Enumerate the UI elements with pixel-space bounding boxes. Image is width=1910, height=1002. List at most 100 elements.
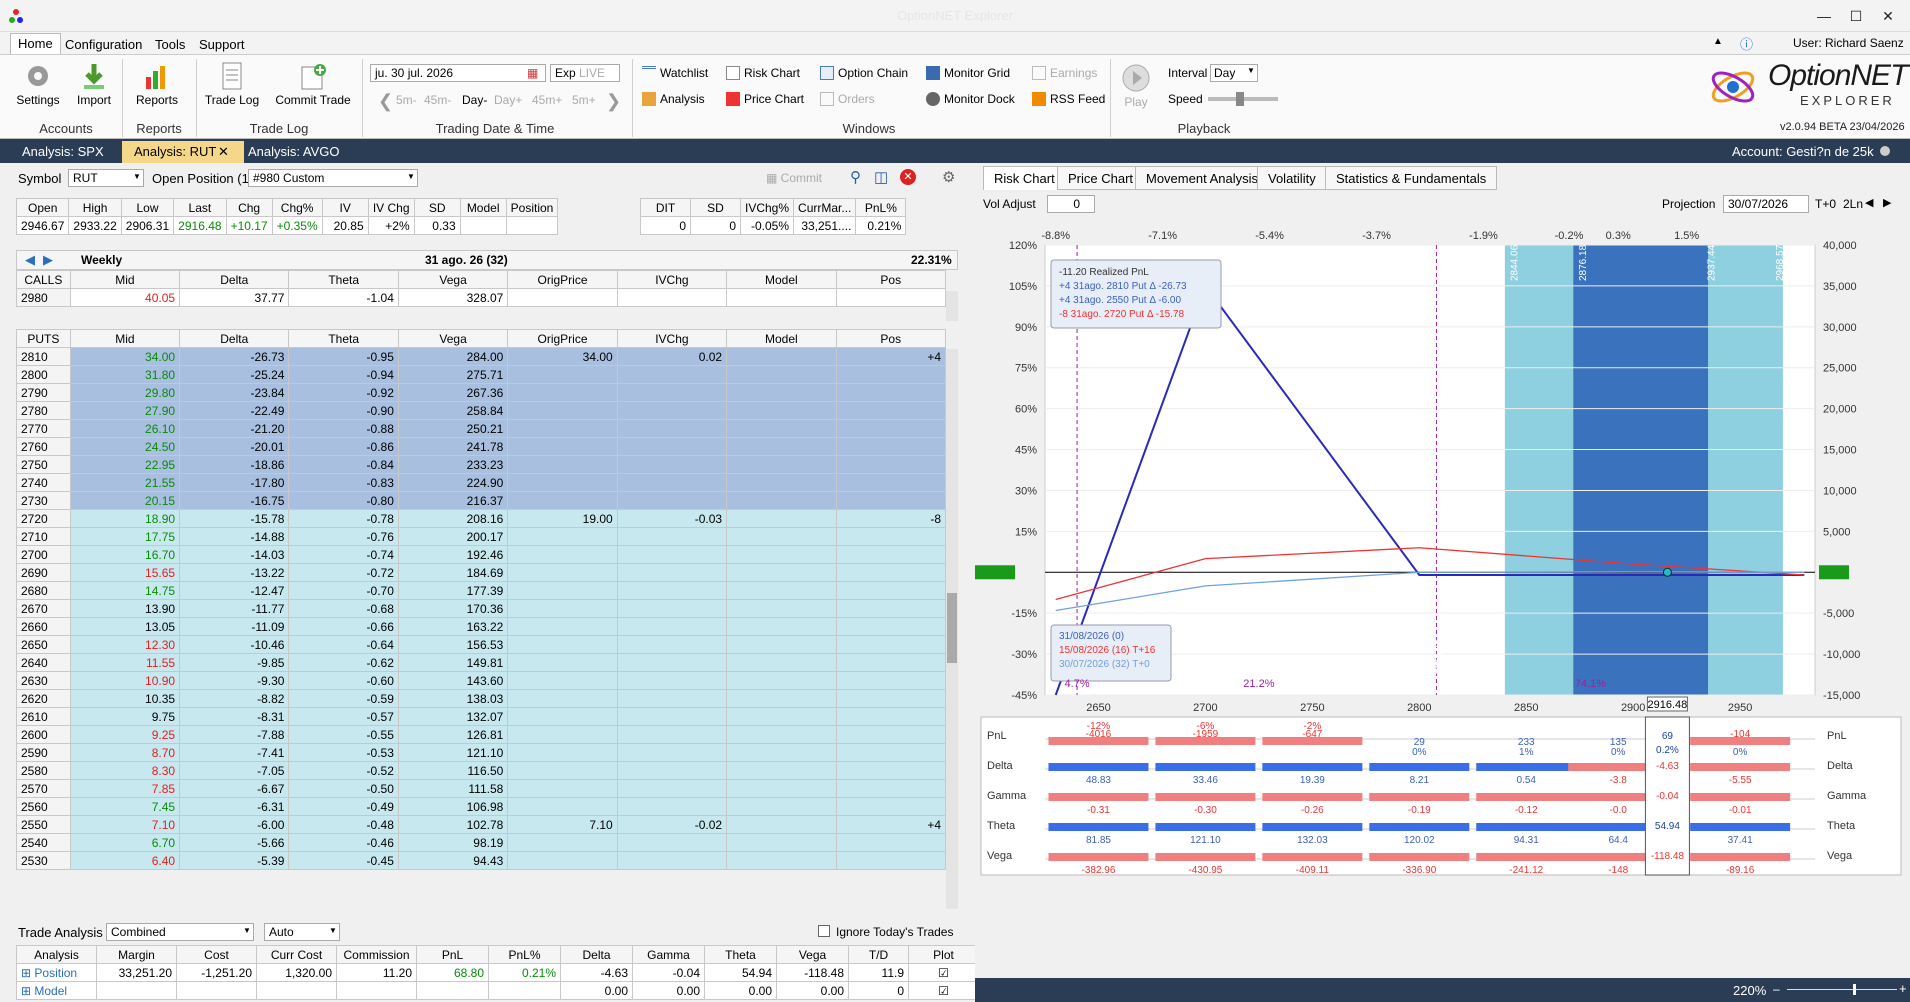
monitor-grid-button[interactable]: Monitor Grid xyxy=(926,66,1010,80)
option-row[interactable]: 2660 13.05 -11.09 -0.66 163.22 xyxy=(16,617,947,636)
option-row[interactable]: 2760 24.50 -20.01 -0.86 241.78 xyxy=(16,437,947,456)
orders-button[interactable]: Orders xyxy=(820,92,875,106)
help-icon[interactable]: ⓘ xyxy=(1740,34,1753,53)
analysis-mode-select[interactable]: Combined ▼ xyxy=(106,923,254,941)
play-button[interactable]: Play xyxy=(1118,63,1154,109)
tab-analysis-avgo[interactable]: Analysis: AVGO xyxy=(236,141,352,163)
option-row[interactable]: 2600 9.25 -7.88 -0.55 126.81 xyxy=(16,725,947,744)
price-chart-button[interactable]: Price Chart xyxy=(726,92,804,106)
trade-log-button[interactable]: Trade Log xyxy=(202,61,262,107)
option-row[interactable]: 2980 40.05 37.77 -1.04 328.07 xyxy=(16,288,947,307)
option-row[interactable]: 2780 27.90 -22.49 -0.90 258.84 xyxy=(16,401,947,420)
option-row[interactable]: 2550 7.10 -6.00 -0.48 102.78 7.10 -0.02 +4 xyxy=(16,815,947,834)
option-row[interactable]: 2750 22.95 -18.86 -0.84 233.23 xyxy=(16,455,947,474)
option-row[interactable]: 2690 15.65 -13.22 -0.72 184.69 xyxy=(16,563,947,582)
option-chain-button[interactable]: Option Chain xyxy=(820,66,908,80)
option-row[interactable]: 2650 12.30 -10.46 -0.64 156.53 xyxy=(16,635,947,654)
menu-home[interactable]: Home xyxy=(10,33,61,55)
earnings-button[interactable]: Earnings xyxy=(1032,66,1097,80)
import-button[interactable]: Import xyxy=(70,61,118,107)
trade-analysis-row[interactable]: ⊞ Model 0.00 0.00 0.00 0.00 0 ☑ xyxy=(16,981,979,1000)
monitor-dock-button[interactable]: Monitor Dock xyxy=(926,92,1015,106)
ignore-trades-checkbox[interactable] xyxy=(818,925,830,937)
tab-volatility[interactable]: Volatility xyxy=(1257,166,1327,190)
calendar-icon[interactable]: ▦ xyxy=(527,66,538,80)
option-row[interactable]: 2740 21.55 -17.80 -0.83 224.90 xyxy=(16,473,947,492)
commit-button[interactable]: ▦ Commit xyxy=(766,171,822,185)
zoom-slider[interactable] xyxy=(1787,984,1897,995)
risk-chart-svg[interactable]: 120% 105% 90% 75% 60% 45% 30% 15% 0% -15% -30% -45%… xyxy=(975,215,1910,957)
plot-checkbox[interactable]: ☑ xyxy=(908,963,979,982)
tab-price-chart[interactable]: Price Chart xyxy=(1057,166,1145,190)
symbol-select[interactable]: RUT ▼ xyxy=(68,169,144,187)
plot-checkbox[interactable]: ☑ xyxy=(908,981,979,1000)
step-forward-icon[interactable]: ❯ xyxy=(606,91,621,112)
projection-date-select[interactable]: 30/07/2026 xyxy=(1723,195,1809,213)
position-select[interactable]: #980 Custom ▼ xyxy=(248,169,418,187)
delete-position-icon[interactable]: ✕ xyxy=(900,169,916,185)
split-icon[interactable]: ◫ xyxy=(874,168,888,186)
option-row[interactable]: 2570 7.85 -6.67 -0.50 111.58 xyxy=(16,779,947,798)
risk-chart-button[interactable]: Risk Chart xyxy=(726,66,800,80)
reports-button[interactable]: Reports xyxy=(132,61,182,107)
option-row[interactable]: 2610 9.75 -8.31 -0.57 132.07 xyxy=(16,707,947,726)
step-45m-forward[interactable]: 45m+ xyxy=(532,93,562,107)
close-tab-icon[interactable]: ✕ xyxy=(218,144,229,160)
option-row[interactable]: 2790 29.80 -23.84 -0.92 267.36 xyxy=(16,383,947,402)
collapse-ribbon-icon[interactable]: ▲ xyxy=(1713,36,1723,47)
zoom-out-icon[interactable]: – xyxy=(1773,982,1780,996)
option-row[interactable]: 2710 17.75 -14.88 -0.76 200.17 xyxy=(16,527,947,546)
expiration-toggle[interactable]: Exp LIVE xyxy=(550,64,620,82)
option-row[interactable]: 2810 34.00 -26.73 -0.95 284.00 34.00 0.02 +4 xyxy=(16,347,947,366)
zoom-in-icon[interactable]: + xyxy=(1899,981,1907,996)
speed-slider[interactable] xyxy=(1208,92,1278,106)
puts-scrollbar[interactable] xyxy=(946,349,958,909)
option-row[interactable]: 2700 16.70 -14.03 -0.74 192.46 xyxy=(16,545,947,564)
vol-adjust-input[interactable]: 0 xyxy=(1047,195,1095,213)
close-icon[interactable]: ✕ xyxy=(1878,6,1898,26)
prev-date-icon[interactable]: ◀ xyxy=(1865,196,1873,209)
step-45m-back[interactable]: 45m- xyxy=(424,93,451,107)
calls-scrollbar[interactable] xyxy=(946,291,958,321)
interval-select[interactable]: Day ▼ xyxy=(1210,64,1258,82)
option-row[interactable]: 2680 14.75 -12.47 -0.70 177.39 xyxy=(16,581,947,600)
settings-button[interactable]: Settings xyxy=(14,61,62,107)
menu-support[interactable]: Support xyxy=(192,35,252,54)
option-row[interactable]: 2540 6.70 -5.66 -0.46 98.19 xyxy=(16,833,947,852)
option-row[interactable]: 2670 13.90 -11.77 -0.68 170.36 xyxy=(16,599,947,618)
option-row[interactable]: 2620 10.35 -8.82 -0.59 138.03 xyxy=(16,689,947,708)
tab-risk-chart[interactable]: Risk Chart xyxy=(983,166,1066,190)
commit-trade-button[interactable]: Commit Trade xyxy=(270,61,356,107)
step-5m-forward[interactable]: 5m+ xyxy=(572,93,596,107)
trade-analysis-row[interactable]: ⊞ Position 33,251.20 -1,251.20 1,320.00 11.2… xyxy=(16,963,979,982)
minimize-icon[interactable]: — xyxy=(1814,6,1834,26)
step-day-forward[interactable]: Day+ xyxy=(494,93,522,107)
option-row[interactable]: 2800 31.80 -25.24 -0.94 275.71 xyxy=(16,365,947,384)
zoom-icon[interactable]: ⚲ xyxy=(850,168,861,186)
watchlist-button[interactable]: Watchlist xyxy=(642,66,708,80)
prev-expiry-icon[interactable]: ◀ xyxy=(25,252,35,268)
auto-select[interactable]: Auto ▼ xyxy=(264,923,340,941)
option-row[interactable]: 2560 7.45 -6.31 -0.49 106.98 xyxy=(16,797,947,816)
gear-icon[interactable]: ⚙ xyxy=(942,168,955,186)
option-row[interactable]: 2720 18.90 -15.78 -0.78 208.16 19.00 -0.03 -8 xyxy=(16,509,947,528)
next-date-icon[interactable]: ▶ xyxy=(1883,196,1891,209)
menu-tools[interactable]: Tools xyxy=(148,35,192,54)
step-day-back[interactable]: Day- xyxy=(462,93,487,107)
option-row[interactable]: 2590 8.70 -7.41 -0.53 121.10 xyxy=(16,743,947,762)
tab-movement-analysis[interactable]: Movement Analysis xyxy=(1135,166,1269,190)
option-row[interactable]: 2530 6.40 -5.39 -0.45 94.43 xyxy=(16,851,947,870)
option-row[interactable]: 2630 10.90 -9.30 -0.60 143.60 xyxy=(16,671,947,690)
step-back-icon[interactable]: ❮ xyxy=(378,91,393,112)
option-row[interactable]: 2770 26.10 -21.20 -0.88 250.21 xyxy=(16,419,947,438)
tab-statistics[interactable]: Statistics & Fundamentals xyxy=(1325,166,1498,190)
step-5m-back[interactable]: 5m- xyxy=(396,93,417,107)
menu-configuration[interactable]: Configuration xyxy=(58,35,149,54)
option-row[interactable]: 2640 11.55 -9.85 -0.62 149.81 xyxy=(16,653,947,672)
trading-date-input[interactable]: ju. 30 jul. 2026 ▦ xyxy=(370,64,546,82)
risk-chart[interactable]: 120% 105% 90% 75% 60% 45% 30% 15% 0% -15% -30% -45%… xyxy=(975,215,1910,960)
tab-analysis-spx[interactable]: Analysis: SPX xyxy=(10,141,116,163)
rss-feed-button[interactable]: RSS Feed xyxy=(1032,92,1105,106)
next-expiry-icon[interactable]: ▶ xyxy=(43,252,53,268)
tab-analysis-rut[interactable]: Analysis: RUT ✕ xyxy=(122,141,245,163)
